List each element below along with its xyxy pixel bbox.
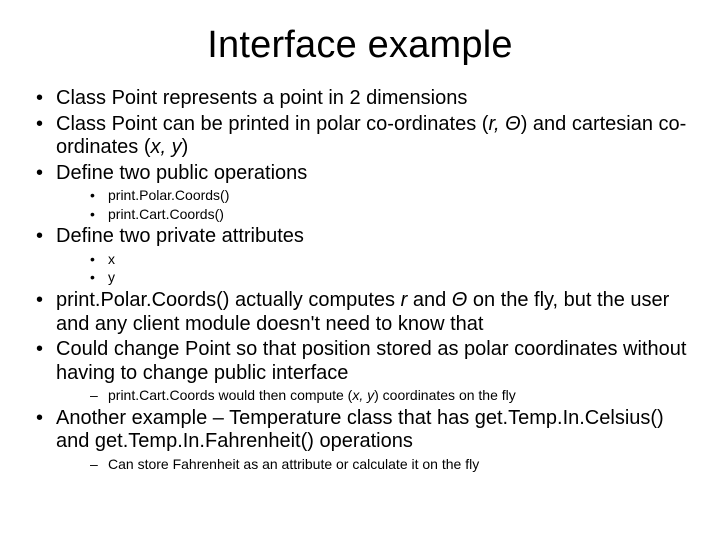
bullet-item: print.Polar.Coords() actually computes r… bbox=[56, 289, 694, 336]
sub-bullet-list: Can store Fahrenheit as an attribute or … bbox=[56, 456, 694, 474]
bullet-text: and bbox=[407, 289, 451, 311]
bullet-list: Class Point represents a point in 2 dime… bbox=[26, 87, 694, 474]
italic-text: x, y bbox=[151, 136, 182, 158]
bullet-text: ) bbox=[182, 136, 189, 158]
sub-bullet-list: x y bbox=[56, 251, 694, 287]
sub-bullet-text: print.Cart.Coords would then compute ( bbox=[108, 387, 352, 403]
sub-bullet-item: print.Cart.Coords() bbox=[108, 206, 694, 224]
sub-bullet-text: y bbox=[108, 269, 115, 285]
sub-bullet-item: print.Cart.Coords would then compute (x,… bbox=[108, 387, 694, 405]
sub-bullet-list: print.Cart.Coords would then compute (x,… bbox=[56, 387, 694, 405]
sub-bullet-list: print.Polar.Coords() print.Cart.Coords() bbox=[56, 187, 694, 223]
italic-text: Θ bbox=[452, 289, 468, 311]
sub-bullet-text: print.Polar.Coords() bbox=[108, 187, 229, 203]
bullet-text: Class Point can be printed in polar co-o… bbox=[56, 113, 488, 135]
bullet-text: Define two public operations bbox=[56, 162, 307, 184]
bullet-item: Define two public operations print.Polar… bbox=[56, 162, 694, 224]
bullet-text: Could change Point so that position stor… bbox=[56, 338, 686, 384]
italic-text: r, Θ bbox=[488, 113, 520, 135]
sub-bullet-item: x bbox=[108, 251, 694, 269]
bullet-item: Define two private attributes x y bbox=[56, 225, 694, 287]
sub-bullet-item: Can store Fahrenheit as an attribute or … bbox=[108, 456, 694, 474]
bullet-text: print.Polar.Coords() actually computes bbox=[56, 289, 401, 311]
sub-bullet-text: Can store Fahrenheit as an attribute or … bbox=[108, 456, 479, 472]
bullet-item: Class Point can be printed in polar co-o… bbox=[56, 113, 694, 160]
bullet-text: Define two private attributes bbox=[56, 225, 304, 247]
sub-bullet-text: print.Cart.Coords() bbox=[108, 206, 224, 222]
bullet-item: Class Point represents a point in 2 dime… bbox=[56, 87, 694, 111]
slide-title: Interface example bbox=[26, 24, 694, 67]
italic-text: x, y bbox=[352, 387, 374, 403]
sub-bullet-item: y bbox=[108, 269, 694, 287]
bullet-text: Another example – Temperature class that… bbox=[56, 407, 664, 453]
bullet-item: Another example – Temperature class that… bbox=[56, 407, 694, 474]
sub-bullet-item: print.Polar.Coords() bbox=[108, 187, 694, 205]
sub-bullet-text: x bbox=[108, 251, 115, 267]
slide: Interface example Class Point represents… bbox=[0, 0, 720, 540]
bullet-text: Class Point represents a point in 2 dime… bbox=[56, 87, 467, 109]
sub-bullet-text: ) coordinates on the fly bbox=[374, 387, 516, 403]
bullet-item: Could change Point so that position stor… bbox=[56, 338, 694, 405]
